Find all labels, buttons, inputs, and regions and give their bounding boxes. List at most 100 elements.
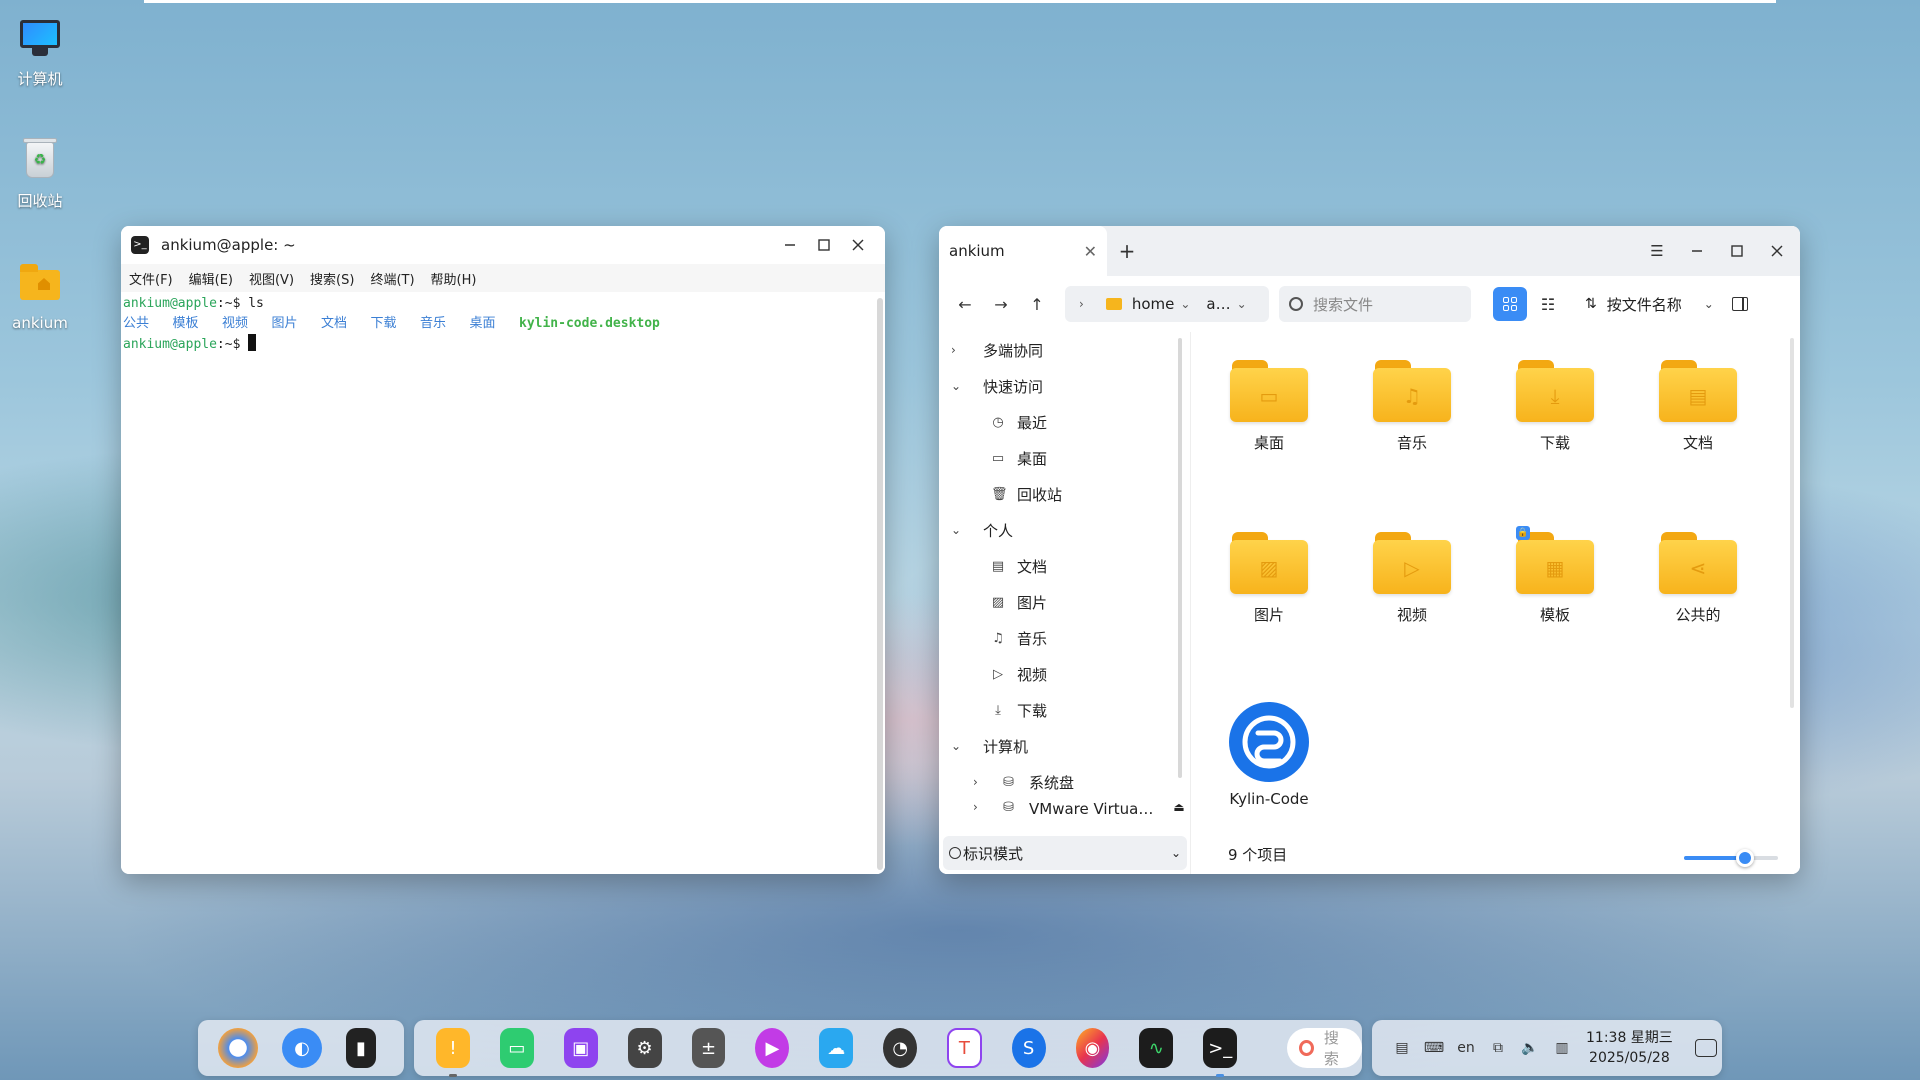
file-item-label: 模板	[1539, 606, 1570, 624]
menu-file[interactable]: 文件(F)	[129, 269, 173, 288]
taskbar-search[interactable]: 搜索	[1287, 1028, 1363, 1068]
sidebar-group-computer[interactable]: ⌄ 计算机	[939, 728, 1190, 764]
sidebar-scrollbar[interactable]	[1178, 338, 1182, 778]
list-view-button[interactable]: ☷	[1531, 287, 1565, 321]
tab-ankium[interactable]: ankium ✕	[939, 226, 1107, 276]
zoom-slider-handle[interactable]	[1736, 849, 1755, 867]
file-item-videos[interactable]: ▷ 视频	[1357, 532, 1467, 625]
close-button[interactable]	[1760, 237, 1794, 265]
maximize-button[interactable]	[1720, 237, 1754, 265]
mark-mode-label: 标识模式	[963, 844, 1024, 863]
sort-dropdown[interactable]: ⇅ 按文件名称 ⌄	[1585, 294, 1714, 315]
sidebar-item-music[interactable]: ♫ 音乐	[939, 620, 1190, 656]
network-icon[interactable]: ⧉	[1482, 1040, 1514, 1056]
battery-icon[interactable]: ▥	[1546, 1040, 1578, 1056]
input-method-indicator[interactable]: en	[1450, 1040, 1482, 1056]
search-input[interactable]: 搜索文件	[1279, 286, 1471, 322]
file-item-pictures[interactable]: ▨ 图片	[1214, 532, 1324, 625]
sidebar-item-label: 下载	[1017, 701, 1048, 720]
terminal-titlebar[interactable]: >_ ankium@apple: ~	[121, 226, 885, 264]
side-panel-toggle-icon[interactable]	[1731, 297, 1748, 311]
menu-help[interactable]: 帮助(H)	[431, 269, 477, 288]
breadcrumb[interactable]: › home ⌄ a… ⌄	[1065, 286, 1269, 322]
volume-icon[interactable]: 🔈	[1514, 1040, 1546, 1056]
file-item-kylin-code[interactable]: Kylin-Code	[1214, 702, 1324, 808]
keyboard-icon[interactable]: ⌨	[1418, 1040, 1450, 1056]
sidebar-item-label: 最近	[1017, 413, 1048, 432]
eject-icon[interactable]: ⏏	[1173, 800, 1184, 814]
sidebar-item-vmware-drive[interactable]: › ⛁ VMware Virtua… ⏏	[939, 800, 1190, 824]
back-button[interactable]: ←	[947, 295, 983, 314]
file-view[interactable]: ▭ 桌面 ♫ 音乐 ⤓ 下载 ▤ 文档 ▨ 图片 ▷ 视频 🔒 ▦ 模板 ⋖ 公…	[1192, 332, 1800, 874]
menu-button[interactable]: ☰	[1640, 237, 1674, 265]
video-player-app-icon[interactable]: ▶	[755, 1028, 790, 1068]
sidebar-item-documents[interactable]: ▤ 文档	[939, 548, 1190, 584]
file-item-desktop[interactable]: ▭ 桌面	[1214, 360, 1324, 453]
terminal-line-ls-output: 公共 模板 视频 图片 文档 下载 音乐 桌面 kylin-code.deskt…	[123, 314, 883, 334]
kylin-code-app-icon[interactable]: S	[1011, 1028, 1046, 1068]
weather-app-icon[interactable]: ☁	[819, 1028, 854, 1068]
sidebar-item-trash[interactable]: 🗑 回收站	[939, 476, 1190, 512]
menu-search[interactable]: 搜索(S)	[310, 269, 354, 288]
settings-app-icon[interactable]: ⚙	[627, 1028, 662, 1068]
clipboard-icon[interactable]: ▤	[1386, 1040, 1418, 1056]
sidebar-item-videos[interactable]: ▷ 视频	[939, 656, 1190, 692]
desktop-icon-computer[interactable]: 计算机	[0, 14, 80, 89]
minimize-button[interactable]	[773, 231, 807, 259]
menu-view[interactable]: 视图(V)	[249, 269, 294, 288]
file-item-music[interactable]: ♫ 音乐	[1357, 360, 1467, 453]
calculator-app-icon[interactable]: ±	[691, 1028, 726, 1068]
notification-center-icon[interactable]	[1694, 1039, 1717, 1057]
terminal-output[interactable]: ankium@apple:~$ ls 公共 模板 视频 图片 文档 下载 音乐 …	[121, 292, 885, 874]
screenshot-app-icon[interactable]: ▣	[563, 1028, 598, 1068]
sidebar-item-downloads[interactable]: ⤓ 下载	[939, 692, 1190, 728]
system-monitor-app-icon[interactable]: ∿	[1139, 1028, 1174, 1068]
messages-app-icon[interactable]: ▭	[499, 1028, 534, 1068]
file-item-downloads[interactable]: ⤓ 下载	[1500, 360, 1610, 453]
forward-button[interactable]: →	[983, 295, 1019, 314]
terminal-window[interactable]: >_ ankium@apple: ~ 文件(F) 编辑(E) 视图(V) 搜索(…	[121, 226, 885, 874]
file-item-label: 视频	[1396, 606, 1427, 624]
text-editor-app-icon[interactable]: T	[947, 1028, 982, 1068]
sidebar-group-multidevice[interactable]: › 多端协同	[939, 332, 1190, 368]
terminal-app-icon[interactable]: >_	[1203, 1028, 1238, 1077]
chevron-down-icon[interactable]: ⌄	[1180, 297, 1190, 311]
start-menu-icon[interactable]	[218, 1028, 258, 1068]
new-tab-button[interactable]: +	[1107, 239, 1147, 263]
close-button[interactable]	[841, 231, 875, 259]
sidebar-group-personal[interactable]: ⌄ 个人	[939, 512, 1190, 548]
video-icon: ▷	[993, 666, 1003, 682]
search-assistant-icon[interactable]: ◐	[282, 1028, 322, 1068]
maximize-button[interactable]	[807, 231, 841, 259]
clock-app-icon[interactable]: ◔	[883, 1028, 918, 1068]
menu-terminal[interactable]: 终端(T)	[370, 269, 414, 288]
clock[interactable]: 11:38 星期三 2025/05/28	[1586, 1028, 1673, 1068]
sidebar-item-pictures[interactable]: ▨ 图片	[939, 584, 1190, 620]
chevron-down-icon[interactable]: ⌄	[1237, 297, 1247, 311]
breadcrumb-user[interactable]: a…	[1206, 295, 1230, 313]
sidebar-item-recent[interactable]: ◷ 最近	[939, 404, 1190, 440]
minimize-button[interactable]	[1680, 237, 1714, 265]
terminal-scrollbar[interactable]	[877, 298, 883, 870]
menu-edit[interactable]: 编辑(E)	[189, 269, 233, 288]
sidebar-group-quick-access[interactable]: ⌄ 快速访问	[939, 368, 1190, 404]
mark-mode-dropdown[interactable]: 标识模式 ⌄	[943, 836, 1187, 870]
desktop-icon-home[interactable]: ankium	[0, 260, 80, 332]
breadcrumb-home[interactable]: home	[1132, 295, 1175, 313]
file-manager-app-icon[interactable]: !	[436, 1028, 470, 1077]
icon-view-button[interactable]	[1493, 287, 1527, 321]
arrow-right-icon: →	[994, 294, 1008, 314]
sidebar-item-system-disk[interactable]: › ⛁ 系统盘	[939, 764, 1190, 800]
up-button[interactable]: ↑	[1019, 295, 1055, 314]
sort-icon: ⇅	[1585, 296, 1597, 312]
file-item-documents[interactable]: ▤ 文档	[1643, 360, 1753, 453]
file-item-public[interactable]: ⋖ 公共的	[1643, 532, 1753, 625]
tab-close-icon[interactable]: ✕	[1084, 242, 1097, 261]
firefox-app-icon[interactable]: ◉	[1075, 1028, 1110, 1068]
desktop-icon-trash[interactable]: ♻ 回收站	[0, 136, 80, 211]
file-item-templates[interactable]: 🔒 ▦ 模板	[1500, 526, 1610, 625]
multitask-view-icon[interactable]: ▮	[346, 1028, 376, 1068]
file-manager-window[interactable]: ankium ✕ + ☰ ← → ↑ › home ⌄ a… ⌄ 搜索文件 ☷ …	[939, 226, 1800, 874]
sidebar-item-desktop[interactable]: ▭ 桌面	[939, 440, 1190, 476]
zoom-slider[interactable]	[1684, 849, 1778, 867]
